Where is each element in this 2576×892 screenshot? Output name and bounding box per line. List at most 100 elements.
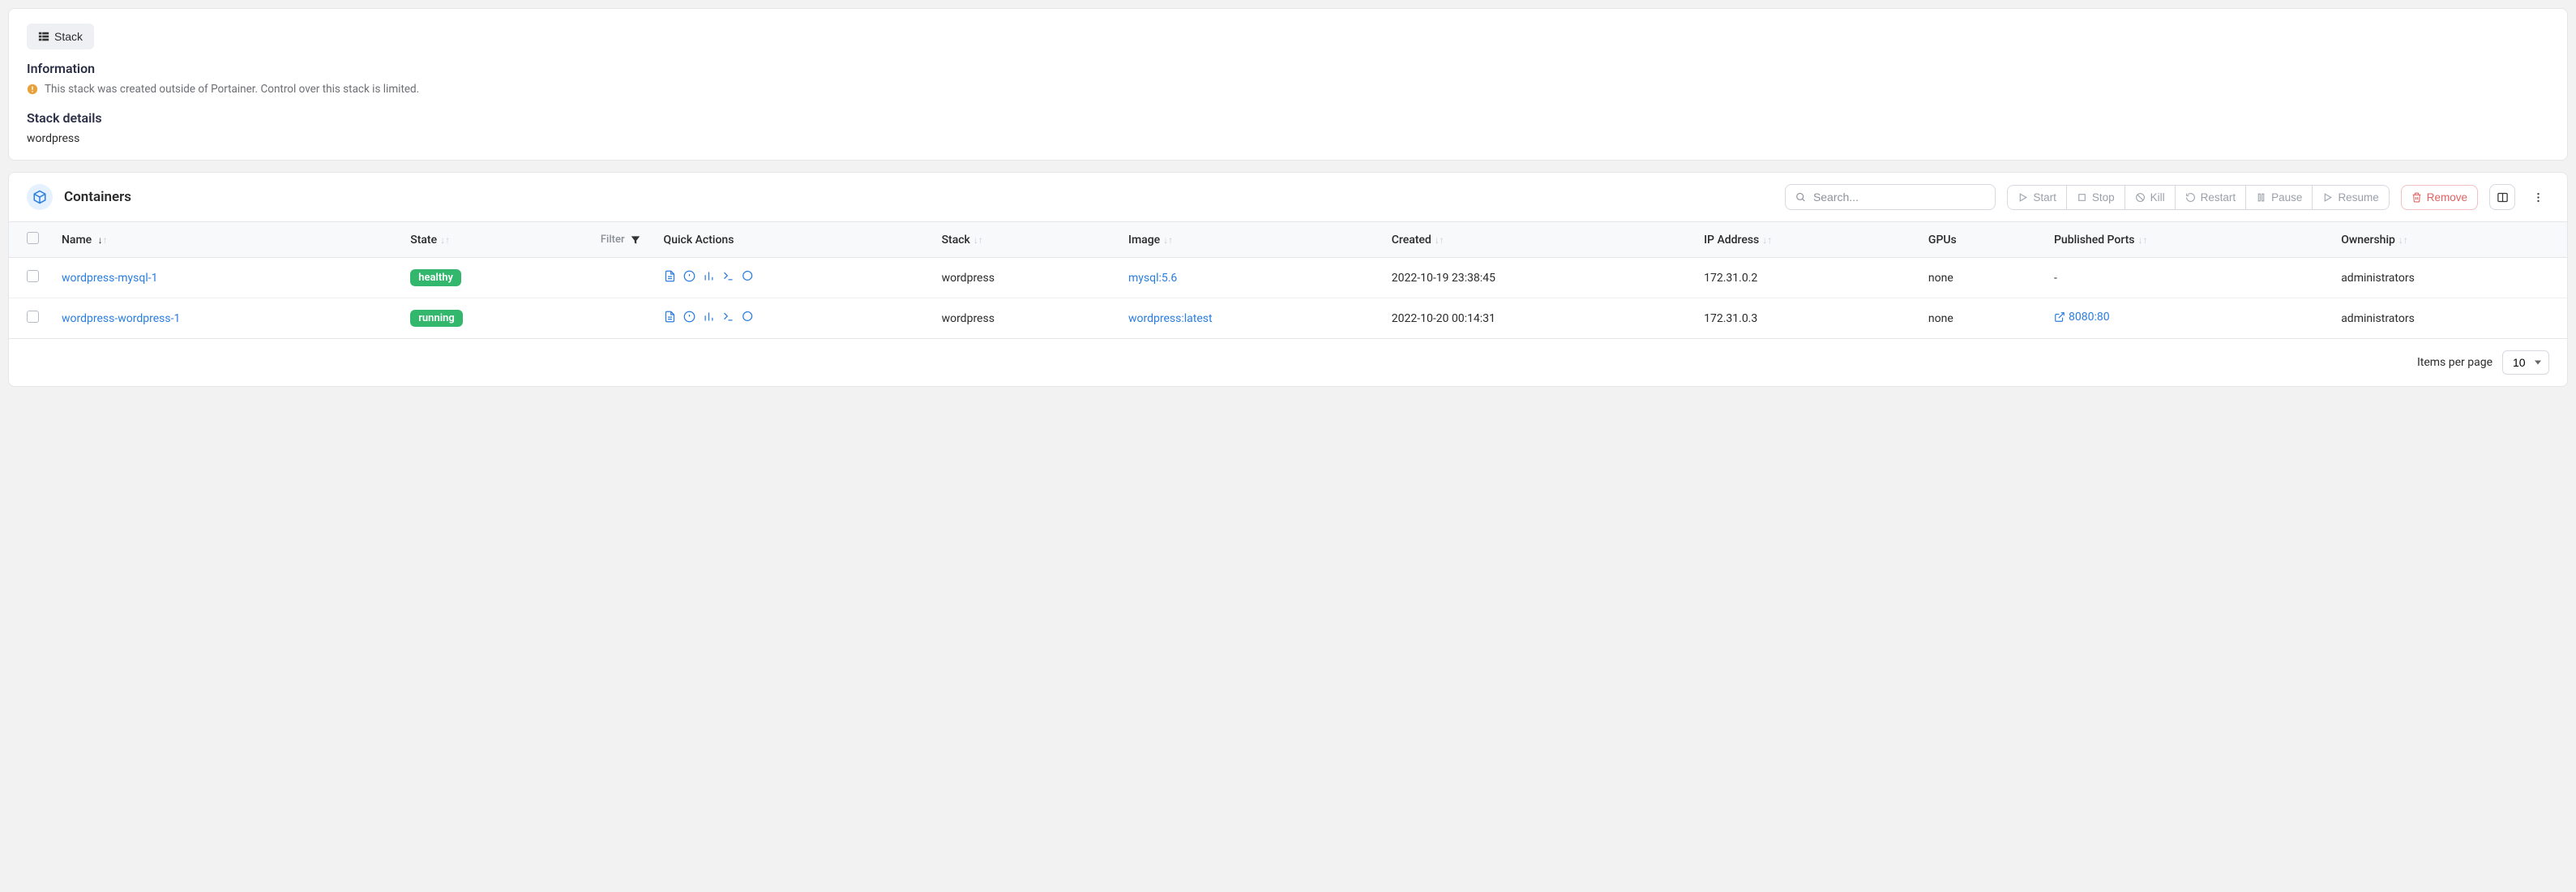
attach-icon[interactable] <box>742 311 754 323</box>
attach-icon[interactable] <box>742 270 754 282</box>
search-icon <box>1795 191 1807 204</box>
containers-icon <box>32 190 47 204</box>
col-name-label: Name <box>62 234 92 247</box>
limited-control-notice: This stack was created outside of Portai… <box>27 83 2549 96</box>
port-link[interactable]: 8080:80 <box>2054 311 2110 324</box>
col-ip[interactable]: IP Address↓↑ <box>1692 222 1917 258</box>
col-quick-actions: Quick Actions <box>653 222 931 258</box>
containers-icon-bubble <box>27 184 53 210</box>
stack-tab-label: Stack <box>54 30 83 43</box>
quick-actions <box>664 311 754 323</box>
col-name[interactable]: Name ↓↑ <box>50 222 399 258</box>
select-all-checkbox[interactable] <box>27 232 39 244</box>
sort-icon: ↓↑ <box>1435 234 1444 246</box>
external-link-icon <box>2054 311 2065 323</box>
filter-icon[interactable] <box>630 234 641 246</box>
image-link[interactable]: wordpress:latest <box>1128 312 1213 325</box>
more-button[interactable] <box>2527 184 2549 210</box>
play-icon <box>2018 192 2028 203</box>
stack-info-panel: Stack Information This stack was created… <box>8 8 2568 161</box>
columns-icon <box>2497 191 2509 204</box>
warning-icon <box>27 84 38 95</box>
kill-button[interactable]: Kill <box>2125 186 2176 209</box>
console-icon[interactable] <box>722 311 734 323</box>
items-per-page-label: Items per page <box>2417 356 2493 369</box>
play-icon <box>2322 192 2333 203</box>
col-gpus: GPUs <box>1917 222 2043 258</box>
inspect-icon[interactable] <box>683 311 695 323</box>
image-link[interactable]: mysql:5.6 <box>1128 272 1177 285</box>
stack-value: wordpress <box>931 298 1117 339</box>
stack-details-heading: Stack details <box>27 110 2549 126</box>
remove-button[interactable]: Remove <box>2401 185 2478 210</box>
col-state[interactable]: State ↓↑ Filter <box>399 222 652 258</box>
stats-icon[interactable] <box>703 270 715 282</box>
containers-table: Name ↓↑ State ↓↑ Filter Quick Actions St… <box>9 221 2567 339</box>
stop-button[interactable]: Stop <box>2067 186 2125 209</box>
col-created-label: Created <box>1392 234 1431 247</box>
trash-icon <box>2411 192 2422 203</box>
stats-icon[interactable] <box>703 311 715 323</box>
resume-button[interactable]: Resume <box>2313 186 2388 209</box>
col-state-label: State <box>410 234 437 247</box>
created-value: 2022-10-20 00:14:31 <box>1380 298 1692 339</box>
more-vertical-icon <box>2532 191 2544 204</box>
kill-icon <box>2135 192 2146 203</box>
restart-button[interactable]: Restart <box>2176 186 2247 209</box>
kill-label: Kill <box>2150 191 2165 204</box>
sort-icon: ↓↑ <box>98 234 108 246</box>
col-created[interactable]: Created ↓↑ <box>1380 222 1692 258</box>
col-ip-label: IP Address <box>1704 234 1759 247</box>
pause-label: Pause <box>2271 191 2302 204</box>
restart-icon <box>2185 192 2196 203</box>
pause-button[interactable]: Pause <box>2246 186 2313 209</box>
stack-name-value: wordpress <box>27 132 2549 145</box>
table-row: wordpress-wordpress-1 running wordpress … <box>9 298 2567 339</box>
containers-panel: Containers Start Stop Kill Restart <box>8 172 2568 387</box>
logs-icon[interactable] <box>664 270 676 282</box>
containers-title: Containers <box>64 189 131 205</box>
inspect-icon[interactable] <box>683 270 695 282</box>
items-per-page-select[interactable]: 10 <box>2502 350 2549 375</box>
status-badge: healthy <box>410 269 461 286</box>
containers-header: Containers Start Stop Kill Restart <box>9 173 2567 221</box>
col-image-label: Image <box>1128 234 1160 247</box>
sort-icon: ↓↑ <box>2138 234 2148 246</box>
stack-tab[interactable]: Stack <box>27 24 94 49</box>
row-checkbox[interactable] <box>27 311 39 323</box>
col-image[interactable]: Image↓↑ <box>1117 222 1380 258</box>
container-name-link[interactable]: wordpress-wordpress-1 <box>62 312 180 325</box>
information-heading: Information <box>27 61 2549 76</box>
table-row: wordpress-mysql-1 healthy wordpress mysq… <box>9 258 2567 298</box>
quick-actions <box>664 270 754 282</box>
stop-label: Stop <box>2092 191 2115 204</box>
start-button[interactable]: Start <box>2008 186 2067 209</box>
sort-icon: ↓↑ <box>1762 234 1772 246</box>
col-ownership-label: Ownership <box>2341 234 2395 247</box>
search-input[interactable] <box>1813 191 1985 204</box>
gpus-value: none <box>1917 258 2043 298</box>
start-label: Start <box>2033 191 2056 204</box>
col-stack[interactable]: Stack↓↑ <box>931 222 1117 258</box>
restart-label: Restart <box>2201 191 2236 204</box>
col-ports[interactable]: Published Ports↓↑ <box>2043 222 2330 258</box>
console-icon[interactable] <box>722 270 734 282</box>
col-ownership[interactable]: Ownership↓↑ <box>2330 222 2567 258</box>
filter-label: Filter <box>601 234 625 246</box>
logs-icon[interactable] <box>664 311 676 323</box>
pause-icon <box>2256 192 2266 203</box>
sort-icon: ↓↑ <box>440 234 450 246</box>
container-name-link[interactable]: wordpress-mysql-1 <box>62 272 157 285</box>
sort-icon: ↓↑ <box>1163 234 1173 246</box>
columns-button[interactable] <box>2489 184 2515 210</box>
search-input-wrap[interactable] <box>1785 184 1996 210</box>
status-badge: running <box>410 310 463 327</box>
col-gpus-label: GPUs <box>1928 234 1957 247</box>
stack-value: wordpress <box>931 258 1117 298</box>
ip-value: 172.31.0.3 <box>1692 298 1917 339</box>
row-checkbox[interactable] <box>27 270 39 282</box>
table-footer: Items per page 10 <box>9 339 2567 386</box>
notice-text: This stack was created outside of Portai… <box>45 83 419 96</box>
ip-value: 172.31.0.2 <box>1692 258 1917 298</box>
resume-label: Resume <box>2338 191 2378 204</box>
